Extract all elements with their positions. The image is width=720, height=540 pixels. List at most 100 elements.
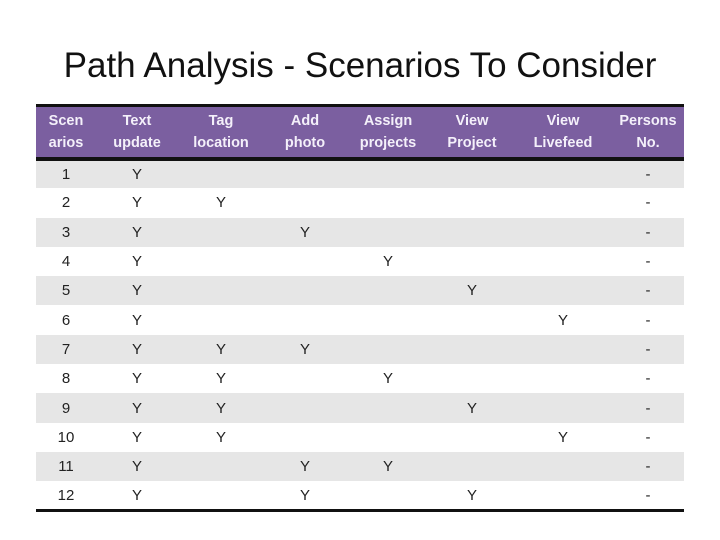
cell-persons-no: -: [645, 370, 651, 388]
header-view-livefeed: View Livefeed: [533, 113, 593, 151]
cell-view-livefeed: [514, 393, 612, 422]
cell-persons-no: -: [645, 399, 651, 417]
header-view-project: View Project: [447, 113, 497, 151]
cell-view-livefeed: [514, 188, 612, 217]
cell-scenario: 2: [61, 194, 71, 212]
cell-tag-location: [178, 276, 264, 305]
cell-assign-projects: Y: [382, 458, 393, 476]
cell-text-update: Y: [131, 253, 142, 271]
cell-view-project: Y: [466, 282, 477, 300]
table-row: 1 Y -: [36, 159, 684, 189]
cell-persons-no: -: [645, 428, 651, 446]
cell-view-livefeed: [514, 364, 612, 393]
cell-tag-location: [178, 159, 264, 188]
cell-persons-no: -: [645, 340, 651, 358]
cell-view-livefeed: Y: [557, 428, 568, 446]
cell-add-photo: [264, 247, 346, 276]
cell-tag-location: Y: [215, 194, 226, 212]
cell-view-project: [430, 305, 514, 334]
cell-persons-no: -: [645, 282, 651, 300]
cell-assign-projects: [346, 481, 430, 510]
cell-scenario: 6: [61, 311, 71, 329]
table-row: 5 Y Y -: [36, 276, 684, 306]
header-tag-location: Tag location: [193, 113, 249, 151]
cell-add-photo: [264, 393, 346, 422]
cell-tag-location: Y: [215, 370, 226, 388]
cell-scenario: 11: [58, 458, 74, 476]
cell-view-project: [430, 159, 514, 188]
cell-view-livefeed: [514, 218, 612, 247]
cell-text-update: Y: [131, 311, 142, 329]
cell-text-update: Y: [131, 428, 142, 446]
cell-assign-projects: [346, 159, 430, 188]
cell-scenario: 10: [57, 428, 75, 446]
cell-scenario: 5: [61, 282, 71, 300]
cell-assign-projects: [346, 335, 430, 364]
header-scenarios: Scen arios: [48, 113, 84, 151]
table-row: 12 Y Y Y -: [36, 481, 684, 511]
cell-view-livefeed: [514, 335, 612, 364]
cell-view-project: [430, 423, 514, 452]
cell-persons-no: -: [645, 253, 651, 271]
cell-tag-location: [178, 218, 264, 247]
table-row: 10 Y Y Y -: [36, 422, 684, 452]
cell-persons-no: -: [645, 194, 651, 212]
cell-assign-projects: [346, 218, 430, 247]
cell-scenario: 9: [61, 399, 71, 417]
header-add-photo: Add photo: [284, 113, 326, 151]
cell-persons-no: -: [645, 166, 651, 184]
cell-text-update: Y: [131, 166, 142, 184]
cell-add-photo: Y: [299, 486, 310, 504]
cell-assign-projects: Y: [382, 370, 393, 388]
cell-view-project: Y: [466, 486, 477, 504]
cell-add-photo: [264, 188, 346, 217]
cell-add-photo: Y: [299, 458, 310, 476]
cell-assign-projects: [346, 393, 430, 422]
cell-view-livefeed: [514, 276, 612, 305]
table-row: 11 Y Y Y -: [36, 451, 684, 482]
cell-text-update: Y: [131, 340, 142, 358]
table-header-row: Scen arios Text update Tag location Add …: [36, 105, 684, 159]
cell-view-livefeed: Y: [557, 311, 568, 329]
cell-view-project: [430, 218, 514, 247]
cell-tag-location: Y: [215, 428, 226, 446]
cell-persons-no: -: [645, 223, 651, 241]
cell-assign-projects: [346, 276, 430, 305]
cell-add-photo: [264, 159, 346, 188]
cell-view-project: [430, 188, 514, 217]
cell-text-update: Y: [131, 486, 142, 504]
cell-persons-no: -: [645, 311, 651, 329]
cell-view-project: [430, 335, 514, 364]
cell-scenario: 8: [61, 370, 71, 388]
header-assign-projects: Assign projects: [359, 113, 417, 151]
cell-add-photo: [264, 305, 346, 334]
cell-text-update: Y: [131, 282, 142, 300]
slide-title: Path Analysis - Scenarios To Consider: [63, 46, 657, 85]
cell-text-update: Y: [131, 223, 142, 241]
header-persons-no: Persons No.: [619, 113, 677, 151]
cell-add-photo: [264, 364, 346, 393]
cell-scenario: 1: [61, 166, 71, 184]
cell-view-project: [430, 364, 514, 393]
cell-assign-projects: [346, 305, 430, 334]
cell-scenario: 12: [57, 486, 75, 504]
cell-view-livefeed: [514, 481, 612, 510]
cell-view-livefeed: [514, 159, 612, 188]
cell-view-livefeed: [514, 452, 612, 481]
table-row: 3 Y Y -: [36, 217, 684, 247]
cell-text-update: Y: [131, 370, 142, 388]
cell-view-project: Y: [466, 399, 477, 417]
cell-assign-projects: Y: [382, 253, 393, 271]
table-row: 7 Y Y Y -: [36, 334, 684, 365]
table-row: 4 Y Y -: [36, 246, 684, 277]
cell-text-update: Y: [131, 194, 142, 212]
cell-add-photo: Y: [299, 223, 310, 241]
cell-text-update: Y: [131, 458, 142, 476]
cell-scenario: 7: [61, 340, 71, 358]
cell-scenario: 3: [61, 223, 71, 241]
cell-scenario: 4: [61, 253, 71, 271]
cell-persons-no: -: [645, 486, 651, 504]
cell-tag-location: Y: [215, 399, 226, 417]
cell-tag-location: [178, 452, 264, 481]
table-row: 8 Y Y Y -: [36, 364, 684, 394]
